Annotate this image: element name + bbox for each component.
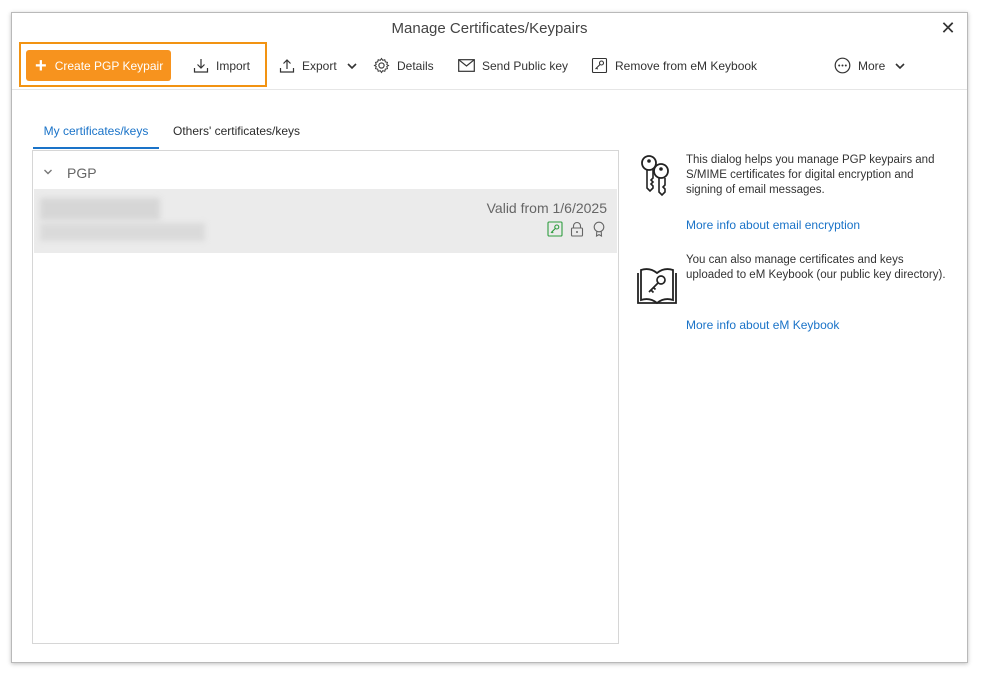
link-em-keybook[interactable]: More info about eM Keybook xyxy=(686,318,839,332)
keys-icon xyxy=(641,155,669,197)
export-icon xyxy=(279,58,295,73)
import-icon xyxy=(193,58,209,73)
toolbar: + Create PGP Keypair Import Export Detai… xyxy=(12,41,967,90)
envelope-icon xyxy=(458,59,475,72)
group-label: PGP xyxy=(67,165,97,181)
info-text-keybook: You can also manage certificates and key… xyxy=(686,254,946,281)
send-public-key-label: Send Public key xyxy=(482,58,569,73)
tab-my-certificates[interactable]: My certificates/keys xyxy=(33,119,159,149)
more-button[interactable]: More xyxy=(834,50,906,81)
blurred-name xyxy=(40,198,160,220)
remove-label: Remove from eM Keybook xyxy=(615,58,758,73)
send-public-key-button[interactable]: Send Public key xyxy=(458,50,568,81)
create-button-label: Create PGP Keypair xyxy=(54,58,164,73)
keybook-icon xyxy=(591,57,608,74)
more-icon xyxy=(834,57,851,74)
blurred-email xyxy=(40,223,205,241)
dialog-window: Manage Certificates/Keypairs ✕ + Create … xyxy=(11,12,968,663)
award-icon xyxy=(593,221,605,237)
book-key-icon xyxy=(637,268,677,305)
link-email-encryption[interactable]: More info about email encryption xyxy=(686,218,860,232)
remove-from-keybook-button[interactable]: Remove from eM Keybook xyxy=(591,50,757,81)
details-button[interactable]: Details xyxy=(373,50,434,81)
info-text-encryption: This dialog helps you manage PGP keypair… xyxy=(686,154,935,196)
valid-date: Valid from 1/6/2025 xyxy=(486,200,607,216)
create-pgp-keypair-button[interactable]: + Create PGP Keypair xyxy=(26,50,171,81)
details-label: Details xyxy=(397,58,434,73)
plus-icon: + xyxy=(35,54,47,77)
lock-icon xyxy=(570,221,584,237)
list-item[interactable]: Valid from 1/6/2025 xyxy=(34,189,617,253)
tab-others-certificates[interactable]: Others' certificates/keys xyxy=(173,119,300,147)
close-icon[interactable]: ✕ xyxy=(939,19,957,37)
import-label: Import xyxy=(216,58,251,73)
more-label: More xyxy=(858,58,886,73)
chevron-down-icon xyxy=(895,62,905,69)
export-label: Export xyxy=(302,58,337,73)
gear-icon xyxy=(373,57,390,74)
import-button[interactable]: Import xyxy=(193,50,250,81)
dialog-title: Manage Certificates/Keypairs xyxy=(391,20,588,37)
export-button[interactable]: Export xyxy=(279,50,358,81)
key-badge-icon xyxy=(547,221,563,237)
chevron-down-icon xyxy=(347,62,357,69)
chevron-down-icon xyxy=(43,167,53,180)
group-header-pgp[interactable]: PGP xyxy=(43,165,97,181)
certificate-list: PGP Valid from 1/6/2025 xyxy=(32,150,619,644)
